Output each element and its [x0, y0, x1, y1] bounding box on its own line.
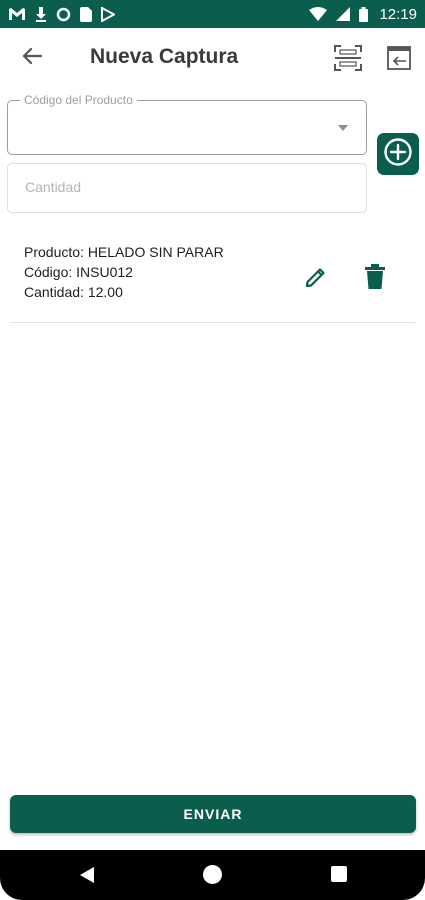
exit-button[interactable] [383, 42, 415, 74]
scan-barcode-button[interactable] [332, 42, 364, 74]
status-bar-system: 12:19 [309, 6, 417, 23]
play-store-icon [101, 6, 115, 22]
sim-icon [80, 6, 92, 22]
arrow-left-icon [22, 47, 43, 70]
product-code-field[interactable]: Código del Producto [7, 93, 367, 155]
wifi-icon [309, 7, 328, 21]
app-bar: Nueva Captura [0, 28, 425, 86]
status-time: 12:19 [379, 5, 417, 23]
delete-item-button[interactable] [364, 264, 386, 290]
send-button[interactable]: ENVIAR [10, 795, 416, 833]
item-divider [10, 322, 415, 323]
dropdown-arrow-icon[interactable] [338, 125, 348, 131]
product-code-label: Código del Producto [20, 93, 137, 107]
nav-home-icon[interactable] [203, 865, 222, 884]
back-button[interactable] [18, 44, 46, 72]
exit-icon [383, 46, 415, 78]
status-bar-notifications [8, 6, 115, 22]
pencil-icon [304, 268, 328, 293]
item-code: Código: INSU012 [24, 264, 133, 280]
nav-recent-apps-icon[interactable] [331, 866, 347, 882]
trash-icon [364, 264, 386, 294]
quantity-input[interactable] [23, 178, 347, 196]
quantity-field[interactable] [7, 163, 367, 213]
edit-item-button[interactable] [304, 265, 328, 289]
signal-icon [336, 7, 351, 21]
nav-back-icon[interactable] [78, 866, 96, 884]
item-product: Producto: HELADO SIN PARAR [24, 244, 224, 260]
add-item-button[interactable] [377, 133, 419, 175]
page-title: Nueva Captura [90, 45, 239, 68]
navigation-bar [0, 850, 425, 900]
download-icon [35, 6, 47, 22]
plus-circle-icon [383, 137, 413, 172]
list-item: Producto: HELADO SIN PARAR Código: INSU0… [0, 232, 425, 324]
gmail-icon [8, 7, 26, 21]
item-quantity: Cantidad: 12.00 [24, 284, 123, 300]
circle-icon [56, 7, 71, 22]
battery-icon [359, 6, 369, 22]
status-bar: 12:19 [0, 0, 425, 28]
barcode-scan-icon [332, 45, 364, 78]
